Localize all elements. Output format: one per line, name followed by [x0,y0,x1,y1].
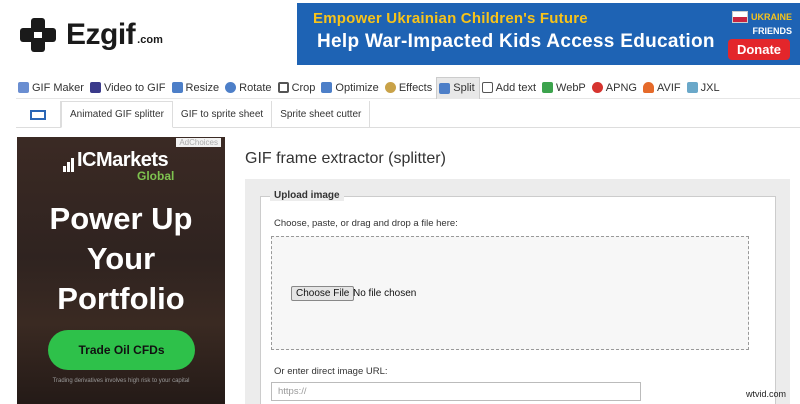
nav-optimize[interactable]: Optimize [319,77,382,99]
nav-rotate[interactable]: Rotate [223,77,275,99]
bars-icon [63,149,75,172]
logo-text: Ezgif [66,18,136,51]
ad-disclaimer: Trading derivatives involves high risk t… [52,378,190,384]
donation-banner[interactable]: Empower Ukrainian Children's Future Help… [297,3,800,65]
nav-crop[interactable]: Crop [276,77,320,99]
crop-icon [277,82,289,93]
webp-icon [542,82,554,93]
advertisement[interactable]: AdChoices ICMarkets Global Power Up Your… [17,137,225,404]
image-icon [18,82,29,93]
ad-brand-text: ICMarkets [77,149,169,171]
split-icon [439,82,451,94]
split-section-icon-tab[interactable] [16,101,61,128]
effects-icon [384,82,396,93]
nav-label: WebP [556,81,586,94]
nav-label: GIF Maker [32,81,84,94]
ad-choices[interactable]: AdChoices [176,138,221,147]
nav-resize[interactable]: Resize [170,77,224,99]
choose-file-button[interactable]: Choose File [291,286,355,301]
tab-gif-to-sprite-sheet[interactable]: GIF to sprite sheet [173,101,273,128]
nav-jxl[interactable]: JXL [685,77,724,99]
org-line1: UKRAINE [750,11,792,22]
file-status: No file chosen [353,288,417,299]
nav-gif-maker[interactable]: GIF Maker [16,77,88,99]
ad-headline-line: Your [86,241,156,276]
nav-split[interactable]: Split [436,76,480,99]
donate-button[interactable]: Donate [727,39,790,60]
ad-brand-sub: Global [137,169,175,183]
watermark: wtvid.com [745,389,786,399]
nav-video-to-gif[interactable]: Video to GIF [88,77,170,99]
nav-label: APNG [605,81,637,94]
nav-label: Video to GIF [103,81,166,94]
banner-line2: Help War-Impacted Kids Access Education [317,31,715,52]
sub-nav: Animated GIF splitter GIF to sprite shee… [16,101,800,128]
tab-animated-gif-splitter[interactable]: Animated GIF splitter [61,101,173,128]
url-label: Or enter direct image URL: [274,366,388,377]
logo-mark-icon [20,18,60,52]
nav-label: Optimize [335,81,379,94]
film-strip-icon [30,109,46,120]
tab-sprite-sheet-cutter[interactable]: Sprite sheet cutter [272,101,371,128]
nav-apng[interactable]: APNG [590,77,641,99]
nav-label: Crop [291,81,316,94]
nav-label: Split [453,82,475,94]
avif-icon [642,82,654,93]
upload-legend: Upload image [270,190,344,201]
ad-cta-button[interactable]: Trade Oil CFDs [48,330,195,370]
jxl-icon [686,82,698,93]
nav-label: AVIF [656,81,681,94]
apng-icon [591,82,603,93]
ad-headline-line: Portfolio [57,281,185,316]
site-logo[interactable]: Ezgif .com [20,18,163,52]
optimize-icon [321,82,333,93]
choose-file-label: Choose, paste, or drag and drop a file h… [274,218,458,229]
nav-effects[interactable]: Effects [383,77,436,99]
nav-label: Effects [398,81,433,94]
nav-label: Resize [185,81,220,94]
resize-icon [171,82,183,93]
site-header: Ezgif .com Empower Ukrainian Children's … [0,0,800,72]
page-title: GIF frame extractor (splitter) [245,150,446,167]
nav-avif[interactable]: AVIF [641,77,685,99]
nav-label: Rotate [239,81,272,94]
image-url-input[interactable] [271,382,641,401]
nav-label: Add text [495,81,537,94]
ukraine-friends-logo: UKRAINE FRIENDS [714,8,792,36]
flag-icon [731,10,748,23]
logo-suffix: .com [137,34,163,46]
main-nav: GIF Maker Video to GIF Resize Rotate Cro… [16,76,800,99]
rotate-icon [225,82,237,93]
org-line2: FRIENDS [752,26,792,36]
ad-headline-line: Power Up [49,201,193,236]
nav-webp[interactable]: WebP [540,77,590,99]
nav-add-text[interactable]: Add text [480,77,540,99]
banner-line1: Empower Ukrainian Children's Future [313,10,588,27]
nav-label: JXL [700,81,720,94]
text-icon [481,82,493,93]
film-icon [89,82,101,93]
ad-headline: Power Up Your Portfolio [17,199,225,319]
